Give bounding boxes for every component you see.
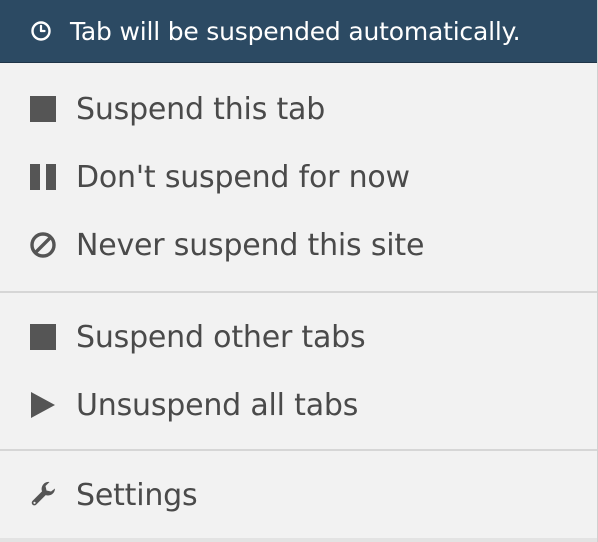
menu-section-all-tabs: Suspend other tabs Unsuspend all tabs	[0, 293, 597, 451]
menu-item-label: Unsuspend all tabs	[76, 387, 359, 423]
menu-section-settings: Settings	[0, 451, 597, 529]
clock-icon	[29, 19, 53, 43]
popup-bottom-edge	[0, 538, 597, 542]
settings-item[interactable]: Settings	[0, 461, 597, 529]
dont-suspend-for-now-item[interactable]: Don't suspend for now	[0, 143, 597, 211]
status-header: Tab will be suspended automatically.	[0, 0, 597, 63]
unsuspend-all-tabs-item[interactable]: Unsuspend all tabs	[0, 371, 597, 439]
menu-item-label: Settings	[76, 477, 198, 513]
status-text: Tab will be suspended automatically.	[70, 16, 521, 46]
ban-icon	[28, 230, 58, 260]
suspend-other-tabs-item[interactable]: Suspend other tabs	[0, 303, 597, 371]
never-suspend-this-site-item[interactable]: Never suspend this site	[0, 211, 597, 279]
popup-menu: Tab will be suspended automatically. Sus…	[0, 0, 598, 542]
menu-item-label: Suspend this tab	[76, 91, 326, 127]
menu-item-label: Suspend other tabs	[76, 319, 366, 355]
square-icon	[28, 94, 58, 124]
menu-item-label: Don't suspend for now	[76, 159, 410, 195]
play-icon	[28, 390, 58, 420]
wrench-icon	[28, 480, 58, 510]
suspend-this-tab-item[interactable]: Suspend this tab	[0, 75, 597, 143]
menu-item-label: Never suspend this site	[76, 227, 425, 263]
pause-icon	[28, 162, 58, 192]
menu-section-current-tab: Suspend this tab Don't suspend for now N…	[0, 63, 597, 293]
square-icon	[28, 322, 58, 352]
